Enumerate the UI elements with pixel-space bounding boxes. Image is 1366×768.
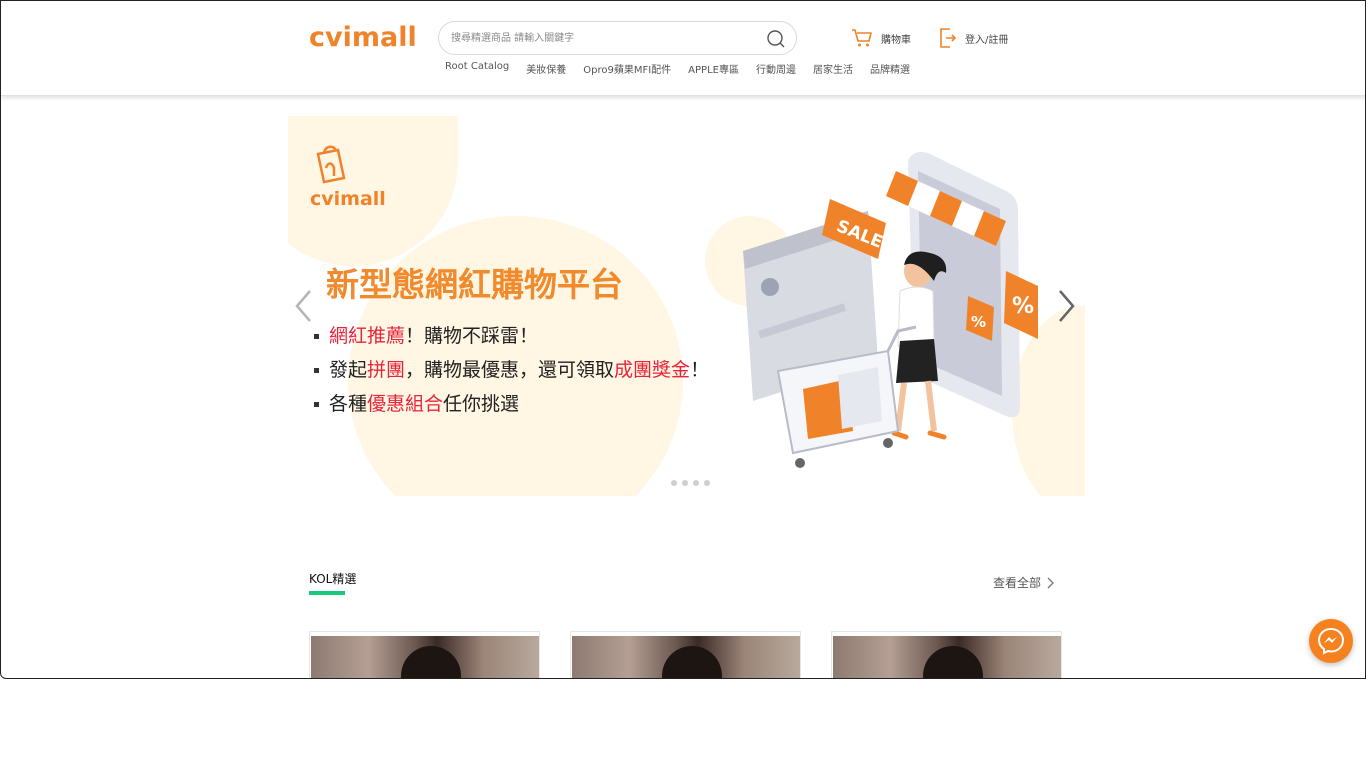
banner-logo: cvimall bbox=[310, 188, 386, 210]
cart-label: 購物車 bbox=[881, 34, 911, 46]
carousel-dots bbox=[671, 480, 715, 486]
chevron-right-icon bbox=[1047, 577, 1054, 588]
kol-photo bbox=[311, 636, 539, 678]
section-title-underline bbox=[309, 591, 345, 595]
percent-tag-text: % bbox=[1012, 294, 1034, 319]
kol-card[interactable] bbox=[309, 631, 540, 678]
bullet-dot bbox=[314, 368, 319, 373]
highlight-text: 成團獎金 bbox=[614, 359, 691, 381]
hero-banner[interactable]: cvimall 新型態網紅購物平台 網紅推薦！購物不踩雷！ 發起拼團，購物最優惠… bbox=[288, 116, 1085, 496]
kol-photo bbox=[572, 636, 800, 678]
view-all-label: 查看全部 bbox=[993, 576, 1042, 590]
site-header: cvimall 購物車 登入/註冊 Root bbox=[1, 1, 1365, 96]
highlight-text: 拼團 bbox=[367, 359, 406, 381]
banner-bullet: 各種優惠組合任你挑選 bbox=[314, 389, 519, 416]
bullet-text: 各種 bbox=[329, 393, 368, 415]
view-all-link[interactable]: 查看全部 bbox=[993, 574, 1054, 591]
kol-photo-subject bbox=[662, 646, 722, 678]
highlight-text: 優惠組合 bbox=[367, 393, 444, 415]
login-button[interactable]: 登入/註冊 bbox=[939, 27, 1008, 49]
bullet-text: 任你挑選 bbox=[443, 393, 520, 415]
section-title: KOL精選 bbox=[309, 572, 357, 586]
bullet-dot bbox=[314, 334, 319, 339]
browser-viewport: cvimall 購物車 登入/註冊 Root bbox=[0, 0, 1366, 679]
cart-button[interactable]: 購物車 bbox=[851, 27, 911, 49]
carousel-dot[interactable] bbox=[671, 480, 677, 486]
login-icon bbox=[940, 28, 957, 48]
messenger-chat-button[interactable] bbox=[1309, 619, 1353, 663]
site-logo[interactable]: cvimall bbox=[309, 21, 417, 55]
nav-item-beauty[interactable]: 美妝保養 bbox=[526, 61, 566, 77]
nav-item-brands[interactable]: 品牌精選 bbox=[870, 61, 910, 77]
bullet-dot bbox=[314, 402, 319, 407]
carousel-dot[interactable] bbox=[693, 480, 699, 486]
carousel-dot[interactable] bbox=[704, 480, 710, 486]
kol-card[interactable] bbox=[831, 631, 1062, 678]
nav-item-opro9[interactable]: Opro9蘋果MFI配件 bbox=[583, 61, 671, 77]
chevron-left-icon[interactable] bbox=[292, 288, 316, 324]
kol-photo-subject bbox=[401, 646, 461, 678]
kol-card[interactable] bbox=[570, 631, 801, 678]
nav-item-mobile[interactable]: 行動周邊 bbox=[756, 61, 796, 77]
highlight-text: 網紅推薦 bbox=[329, 325, 406, 347]
bullet-text: ！ bbox=[690, 359, 710, 381]
login-label: 登入/註冊 bbox=[965, 34, 1009, 46]
banner-bullet: 網紅推薦！購物不踩雷！ bbox=[314, 321, 538, 348]
bullet-text: 發起 bbox=[329, 359, 368, 381]
percent-tag-text: % bbox=[971, 313, 986, 331]
category-nav: Root Catalog 美妝保養 Opro9蘋果MFI配件 APPLE專區 行… bbox=[445, 61, 927, 77]
search-input[interactable] bbox=[451, 28, 751, 48]
banner-bullet: 發起拼團，購物最優惠，還可領取成團獎金！ bbox=[314, 355, 709, 382]
chevron-right-icon[interactable] bbox=[1054, 288, 1078, 324]
search-bar bbox=[438, 21, 797, 55]
nav-item-root-catalog[interactable]: Root Catalog bbox=[445, 61, 509, 77]
shopping-illustration: SALE % % bbox=[743, 152, 1038, 468]
cart-icon bbox=[852, 29, 872, 47]
kol-photo bbox=[833, 636, 1061, 678]
bullet-text: ，購物最優惠，還可領取 bbox=[405, 359, 615, 381]
carousel-dot[interactable] bbox=[682, 480, 688, 486]
banner-headline: 新型態網紅購物平台 bbox=[326, 265, 623, 304]
shopping-bag-icon bbox=[316, 145, 346, 184]
nav-item-apple[interactable]: APPLE專區 bbox=[688, 61, 739, 77]
search-icon[interactable] bbox=[766, 29, 786, 49]
bullet-text: ！購物不踩雷！ bbox=[405, 325, 539, 347]
messenger-icon bbox=[1317, 627, 1345, 655]
nav-item-home-living[interactable]: 居家生活 bbox=[813, 61, 853, 77]
kol-photo-subject bbox=[923, 646, 983, 678]
